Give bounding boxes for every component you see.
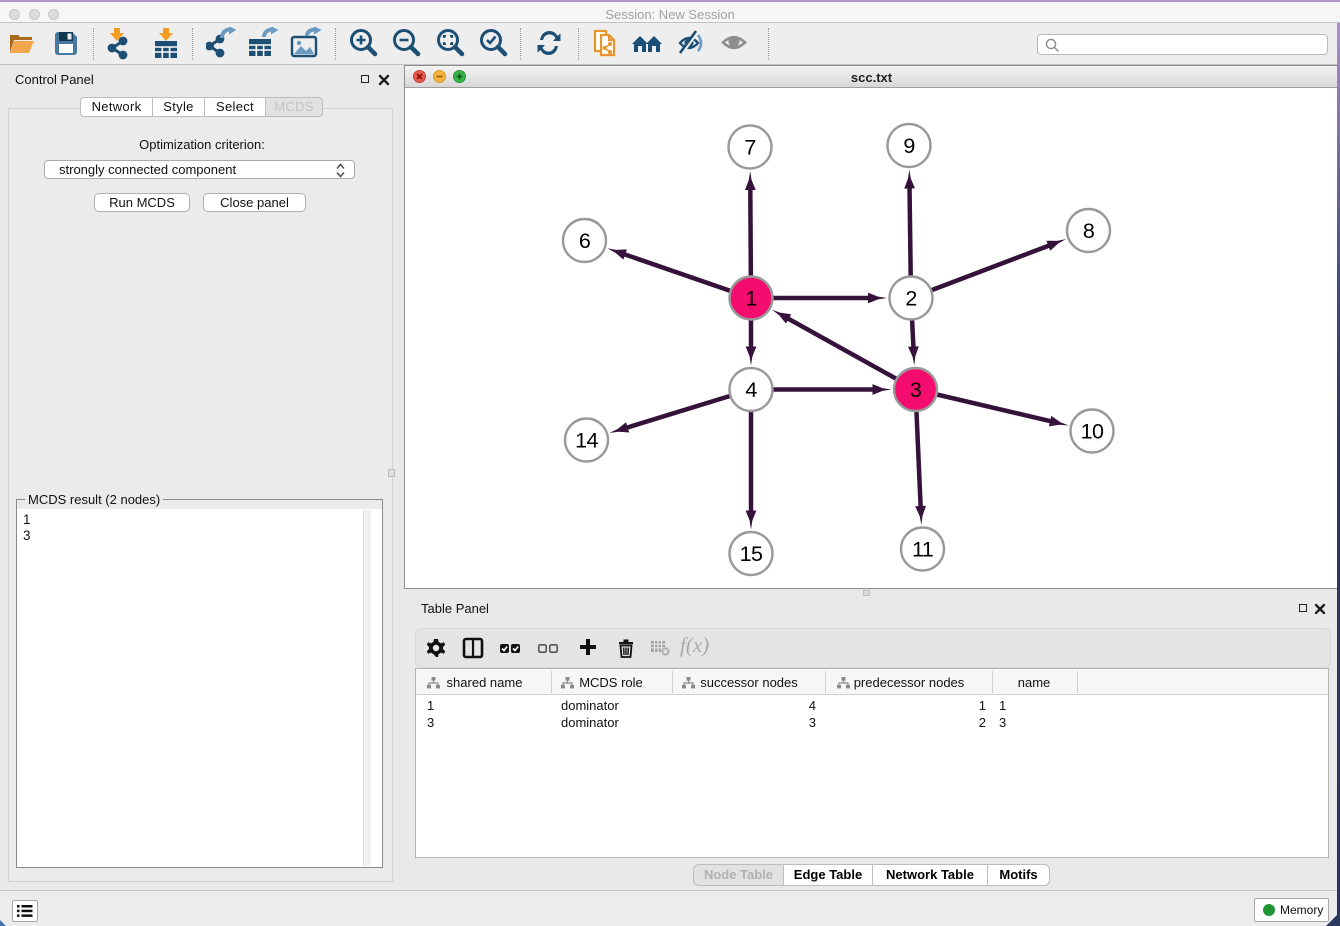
svg-text:6: 6 <box>579 229 591 253</box>
svg-text:8: 8 <box>1083 219 1095 243</box>
svg-text:3: 3 <box>910 378 922 402</box>
svg-text:11: 11 <box>912 538 933 562</box>
svg-text:15: 15 <box>740 542 763 566</box>
svg-text:10: 10 <box>1081 420 1104 444</box>
svg-text:14: 14 <box>575 429 598 453</box>
svg-text:9: 9 <box>903 134 914 158</box>
svg-text:4: 4 <box>745 378 757 402</box>
svg-text:1: 1 <box>745 287 756 311</box>
svg-text:2: 2 <box>905 287 916 311</box>
svg-text:7: 7 <box>744 136 755 160</box>
